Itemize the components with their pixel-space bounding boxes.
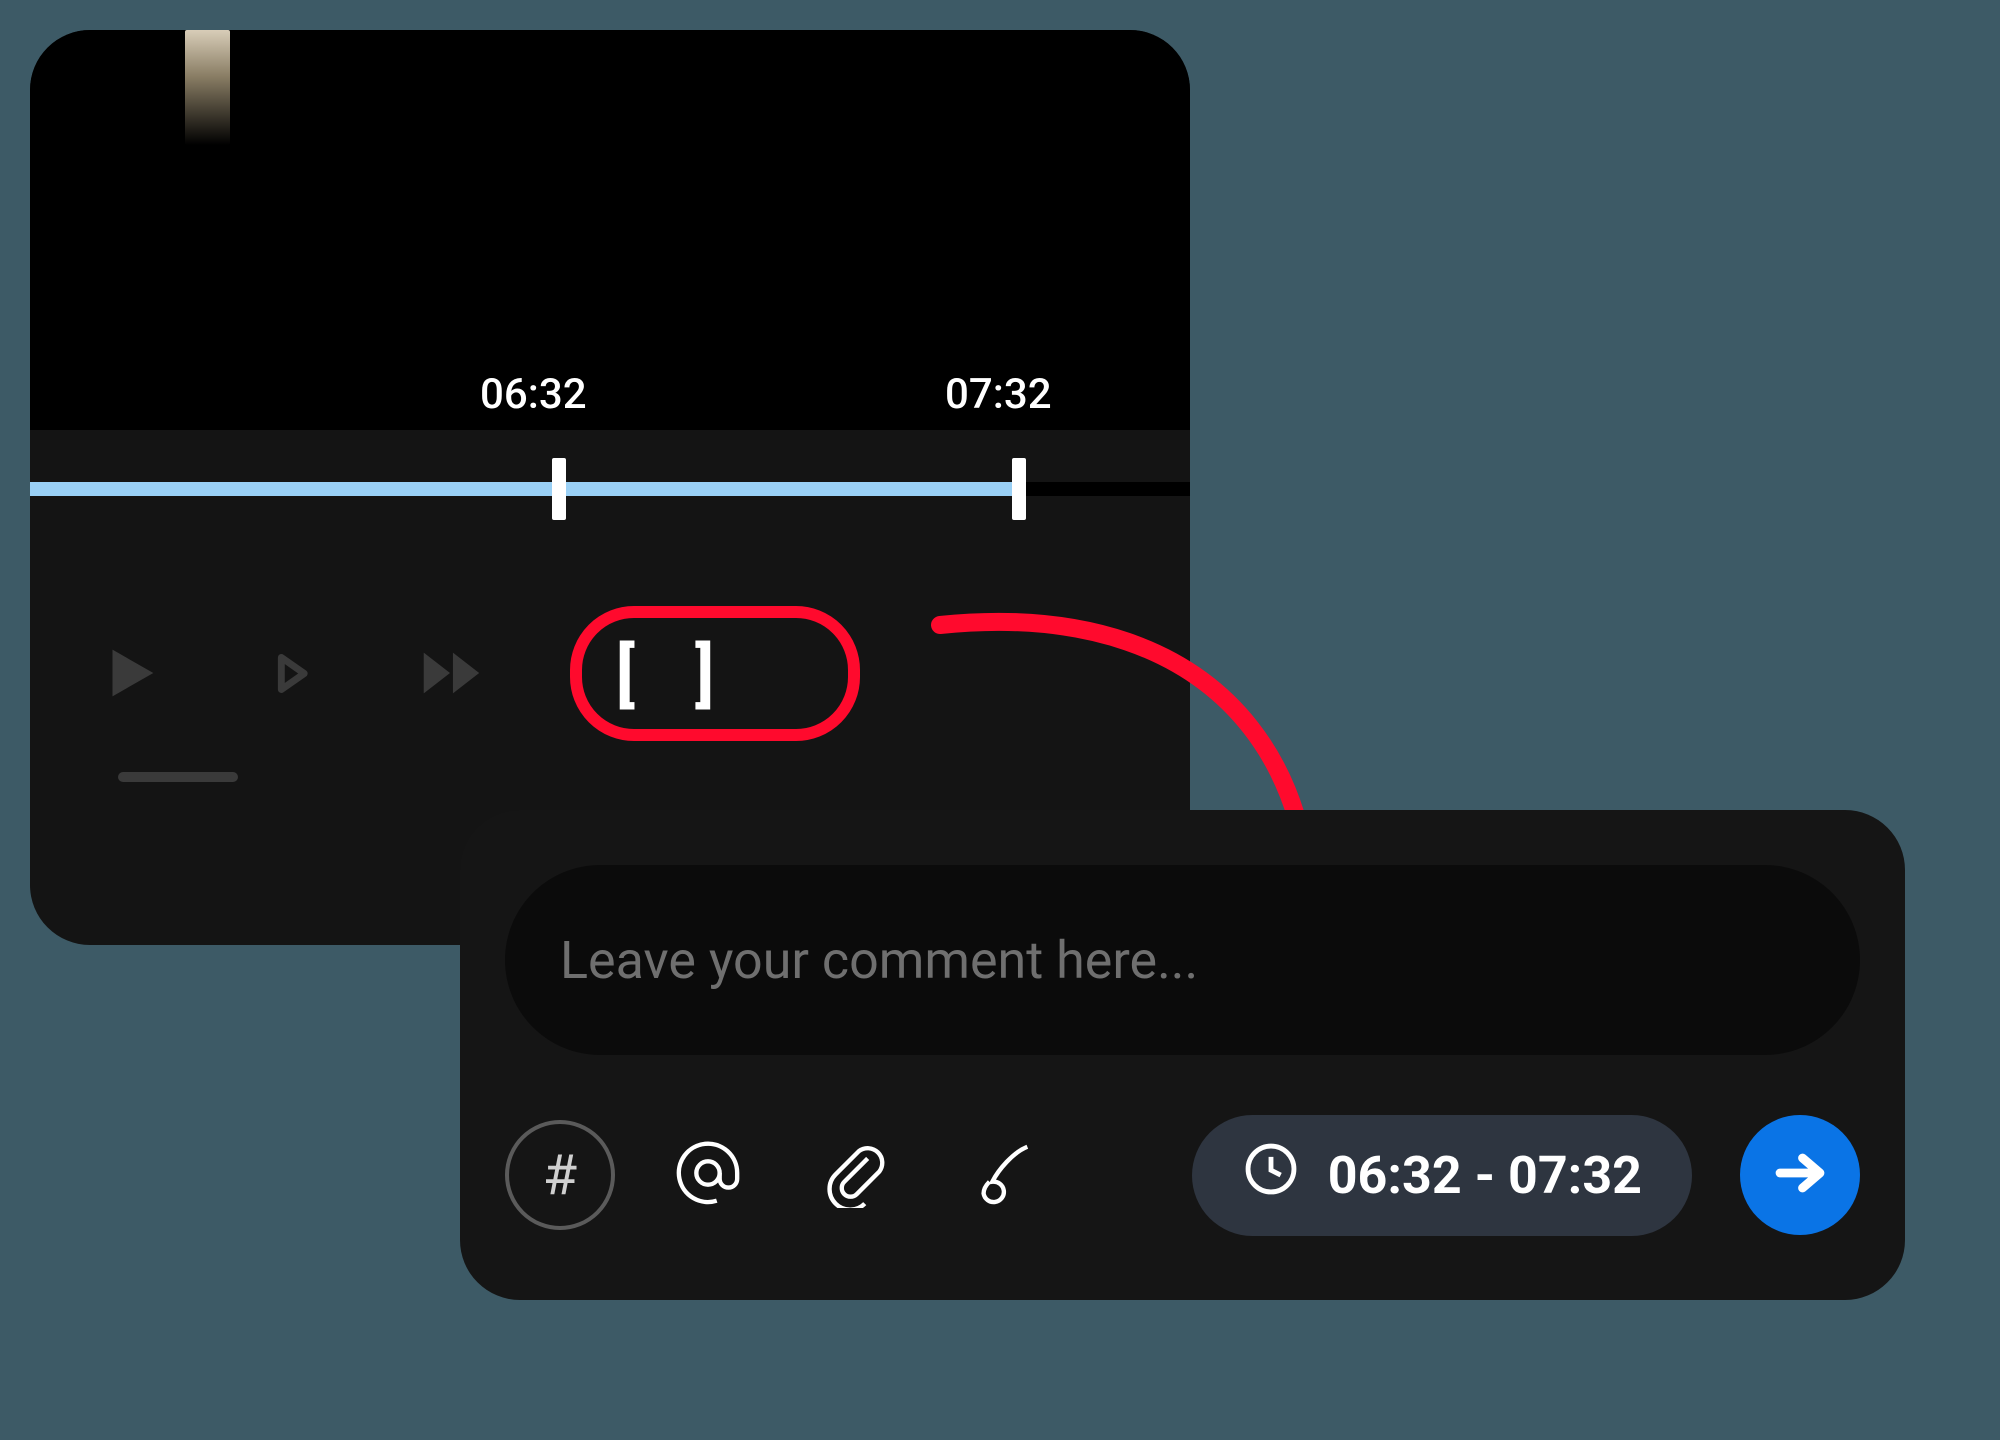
timeline-start-label: 06:32 <box>480 370 587 419</box>
video-frame-content <box>185 30 230 145</box>
hash-icon: # <box>543 1142 577 1208</box>
timestamp-range-label: 06:32 - 07:32 <box>1328 1145 1642 1206</box>
chevron-right-icon <box>263 646 318 705</box>
timeline-end-label: 07:32 <box>945 370 1052 419</box>
timestamp-range-chip[interactable]: 06:32 - 07:32 <box>1192 1115 1692 1236</box>
timeline-range-start-handle[interactable] <box>552 458 566 520</box>
timeline-range-end-handle[interactable] <box>1012 458 1026 520</box>
attach-button[interactable] <box>801 1120 911 1230</box>
draw-button[interactable] <box>949 1120 1059 1230</box>
paperclip-icon <box>821 1138 891 1212</box>
arrow-right-icon <box>1770 1143 1830 1207</box>
annotation-highlight-range-button <box>570 606 860 741</box>
timeline[interactable]: 06:32 07:32 <box>30 370 1190 570</box>
play-button[interactable] <box>85 630 175 720</box>
fast-forward-icon <box>415 638 485 712</box>
step-forward-button[interactable] <box>245 630 335 720</box>
active-control-indicator <box>118 772 238 782</box>
video-player-card: 06:32 07:32 [ ] <box>30 30 1190 945</box>
comment-composer-card: Leave your comment here... # 06:32 - <box>460 810 1905 1300</box>
comment-placeholder: Leave your comment here... <box>560 930 1198 991</box>
clock-icon <box>1242 1140 1300 1211</box>
brush-icon <box>969 1138 1039 1212</box>
fast-forward-button[interactable] <box>405 630 495 720</box>
mention-button[interactable] <box>653 1120 763 1230</box>
comment-input[interactable]: Leave your comment here... <box>505 865 1860 1055</box>
timeline-selection-fill <box>30 482 1022 496</box>
send-button[interactable] <box>1740 1115 1860 1235</box>
play-icon <box>95 638 165 712</box>
at-sign-icon <box>673 1138 743 1212</box>
comment-toolbar: # 06:32 - 07:32 <box>505 1110 1860 1240</box>
hashtag-button[interactable]: # <box>505 1120 615 1230</box>
